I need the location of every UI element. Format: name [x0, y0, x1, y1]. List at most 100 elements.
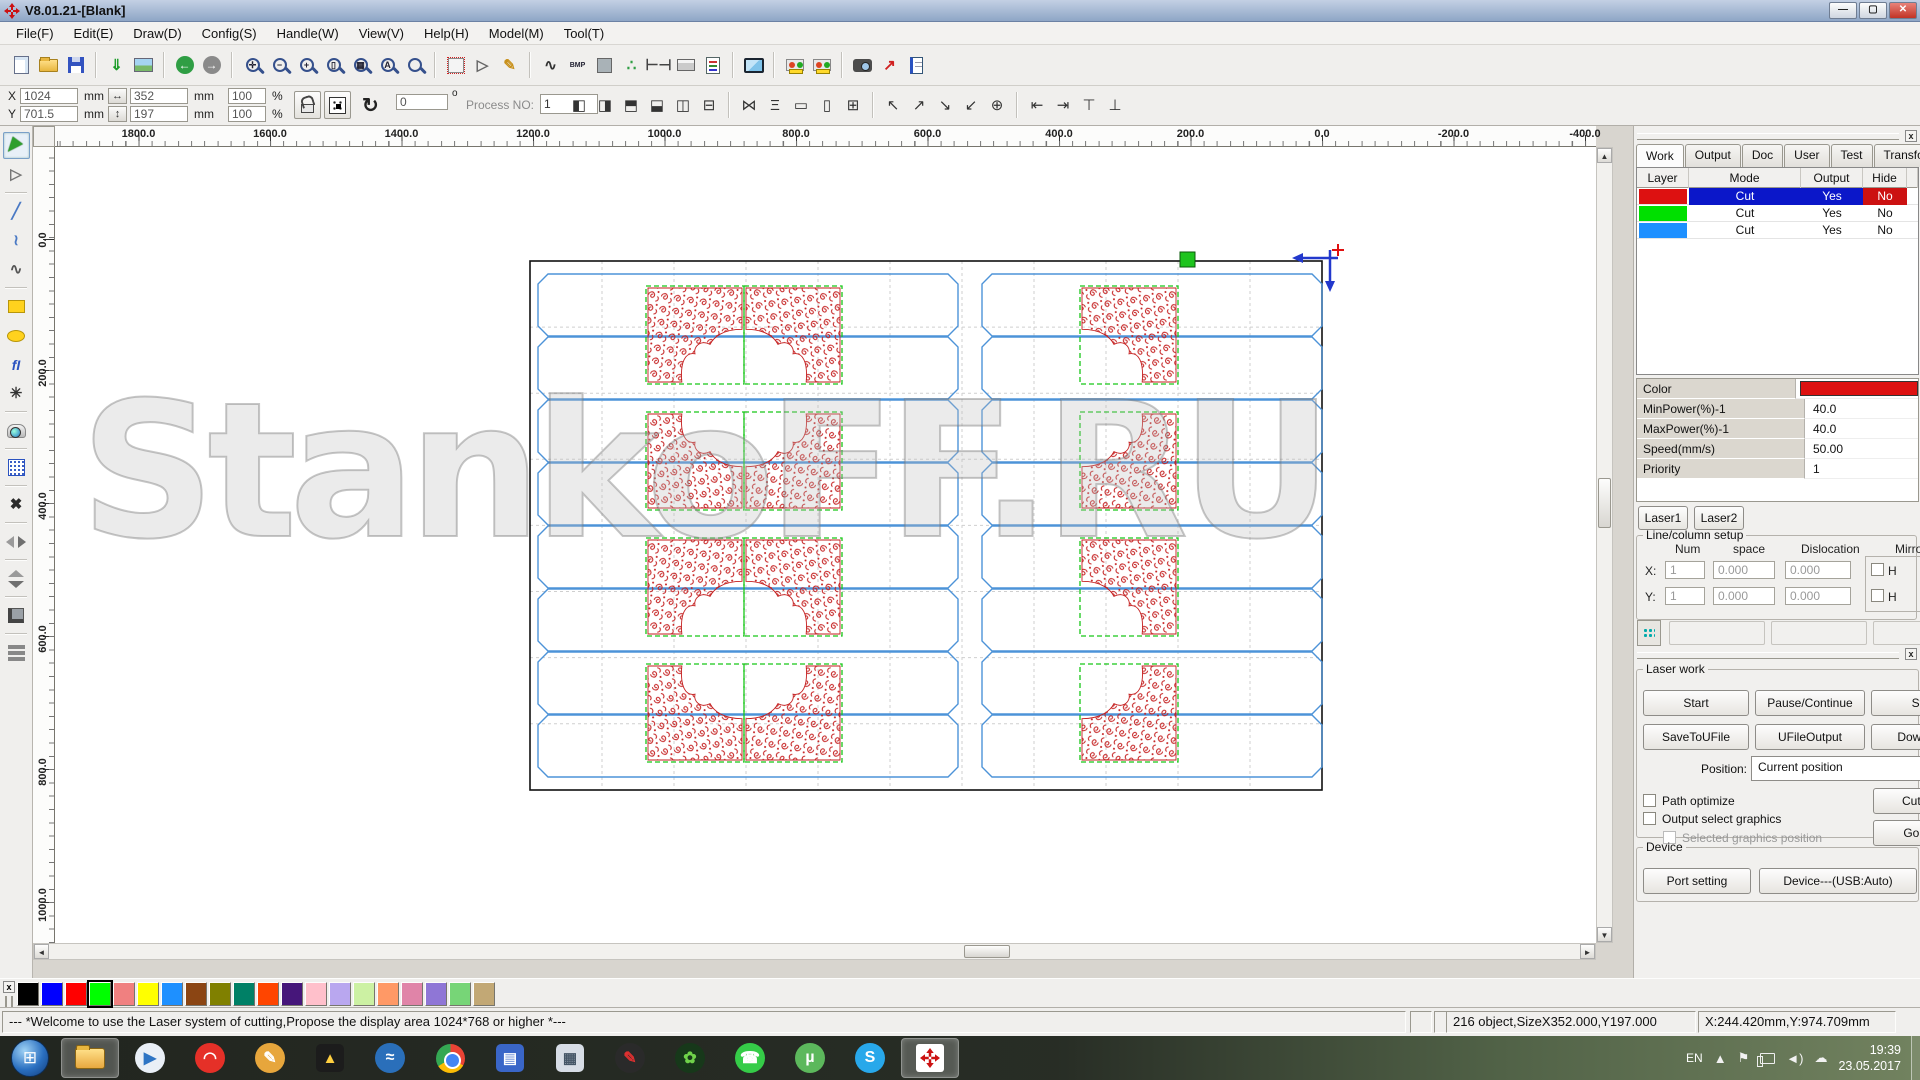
minimize-button[interactable]: — — [1829, 2, 1857, 19]
rotate-input[interactable] — [396, 94, 448, 110]
array-tool-button[interactable] — [3, 454, 30, 481]
param-row[interactable]: Priority1 — [1637, 459, 1918, 479]
scroll-down-icon[interactable]: ▼ — [1597, 927, 1612, 942]
scroll-up-icon[interactable]: ▲ — [1597, 148, 1612, 163]
pause-continue-button[interactable]: Pause/Continue — [1755, 690, 1865, 716]
taskbar-rdworks-app[interactable] — [901, 1038, 959, 1078]
align-top-button[interactable]: ⬒ — [618, 92, 644, 118]
laser1-button[interactable]: Laser1 — [1638, 506, 1688, 530]
taskbar-red-app[interactable]: ◠ — [181, 1038, 239, 1078]
close-button[interactable]: ✕ — [1889, 2, 1917, 19]
mirror-h-tool-button[interactable] — [3, 528, 30, 555]
measure-tool-button[interactable]: ⊢⊣ — [645, 52, 672, 79]
cloud-icon[interactable]: ☁ — [1814, 1050, 1827, 1066]
taskbar-skype[interactable]: S — [841, 1038, 899, 1078]
position-select[interactable]: Current position — [1751, 756, 1920, 781]
network-icon[interactable] — [1760, 1053, 1775, 1064]
y-dislocation-input[interactable] — [1785, 587, 1851, 605]
palette-color[interactable] — [161, 982, 183, 1006]
taskbar-utorrent[interactable]: µ — [781, 1038, 839, 1078]
output-doc-button[interactable] — [903, 52, 930, 79]
redo-button[interactable]: → — [198, 52, 225, 79]
maximize-button[interactable]: ▢ — [1859, 2, 1887, 19]
zoom-page-button[interactable]: ▯ — [320, 52, 347, 79]
move-top-right-button[interactable]: ↗ — [906, 92, 932, 118]
scroll-right-icon[interactable]: ► — [1580, 944, 1595, 959]
bmp-tool-button[interactable]: BMP — [564, 52, 591, 79]
dock-mini-button[interactable] — [1637, 620, 1661, 646]
align-right-button[interactable]: ◨ — [592, 92, 618, 118]
y-input[interactable] — [20, 106, 78, 122]
palette-color[interactable] — [425, 982, 447, 1006]
fill-tool-button[interactable] — [591, 52, 618, 79]
palette-color[interactable] — [281, 982, 303, 1006]
palette-color[interactable] — [185, 982, 207, 1006]
tab-doc[interactable]: Doc — [1742, 144, 1783, 167]
cut-property-button[interactable] — [699, 52, 726, 79]
dock-stub-2[interactable] — [1771, 621, 1867, 645]
move-bottom-left-button[interactable]: ↙ — [958, 92, 984, 118]
preview-button[interactable] — [740, 52, 767, 79]
menu-item-handle[interactable]: Handle(W) — [267, 24, 349, 43]
y-space-input[interactable] — [1713, 587, 1775, 605]
align-center-h-button[interactable]: ◫ — [670, 92, 696, 118]
width-link-button[interactable]: ↔ — [108, 88, 127, 104]
vertical-scroll-thumb[interactable] — [1598, 478, 1611, 528]
delete-tool-button[interactable]: ✖ — [3, 491, 30, 518]
undo-button[interactable]: ← — [171, 52, 198, 79]
polyline-tool-button[interactable]: ≀ — [3, 227, 30, 254]
zoom-out-button[interactable]: − — [266, 52, 293, 79]
menu-item-help[interactable]: Help(H) — [414, 24, 479, 43]
dock-stub-3[interactable] — [1873, 621, 1920, 645]
same-height-button[interactable]: ▯ — [814, 92, 840, 118]
laser-position-button[interactable]: ↗ — [876, 52, 903, 79]
x-space-input[interactable] — [1713, 561, 1775, 579]
camera-tool-button[interactable] — [3, 417, 30, 444]
palette-color[interactable] — [41, 982, 63, 1006]
new-file-button[interactable] — [8, 52, 35, 79]
zoom-select-button[interactable] — [401, 52, 428, 79]
simulate-button[interactable] — [781, 52, 808, 79]
open-file-button[interactable] — [35, 52, 62, 79]
device-select-button[interactable]: Device---(USB:Auto) — [1759, 868, 1917, 894]
param-row[interactable]: Speed(mm/s)50.00 — [1637, 439, 1918, 459]
height-input[interactable] — [130, 106, 188, 122]
palette-color[interactable] — [17, 982, 39, 1006]
save-to-ufile-button[interactable]: SaveToUFile — [1643, 724, 1749, 750]
path-optimize-checkbox[interactable] — [1643, 794, 1656, 807]
dock-top-button[interactable]: ⊤ — [1076, 92, 1102, 118]
y-mirror-checkbox[interactable] — [1871, 589, 1884, 602]
taskbar-whatsapp[interactable]: ☎ — [721, 1038, 779, 1078]
drawing-surface[interactable] — [55, 147, 1596, 943]
x-input[interactable] — [20, 88, 78, 104]
move-center-button[interactable]: ⊕ — [984, 92, 1010, 118]
align-left-button[interactable]: ◧ — [566, 92, 592, 118]
zoom-data-button[interactable]: ▦ — [347, 52, 374, 79]
palette-color[interactable] — [65, 982, 87, 1006]
menu-item-tool[interactable]: Tool(T) — [554, 24, 614, 43]
port-setting-button[interactable]: Port setting — [1643, 868, 1751, 894]
palette-color[interactable] — [305, 982, 327, 1006]
ellipse-tool-button[interactable] — [3, 322, 30, 349]
menu-item-edit[interactable]: Edit(E) — [64, 24, 124, 43]
simulate-output-button[interactable] — [808, 52, 835, 79]
device-output-button[interactable] — [849, 52, 876, 79]
save-file-button[interactable] — [62, 52, 89, 79]
select-tool-button[interactable] — [3, 132, 30, 159]
output-select-checkbox[interactable] — [1643, 812, 1656, 825]
palette-color[interactable] — [209, 982, 231, 1006]
param-row[interactable]: MinPower(%)-140.0 — [1637, 399, 1918, 419]
param-row[interactable]: Color — [1637, 379, 1918, 399]
scale-y-input[interactable] — [228, 106, 266, 122]
panel-gripper-2[interactable] — [1637, 652, 1899, 659]
param-row[interactable]: MaxPower(%)-140.0 — [1637, 419, 1918, 439]
menu-item-model[interactable]: Model(M) — [479, 24, 554, 43]
speaker-icon[interactable]: ◄) — [1786, 1051, 1803, 1066]
y-num-input[interactable] — [1665, 587, 1705, 605]
text-tool-button[interactable]: fI — [3, 351, 30, 378]
combine-node-button[interactable]: ∴ — [618, 52, 645, 79]
height-link-button[interactable]: ↕ — [108, 106, 127, 122]
line-tool-button[interactable]: ╱ — [3, 198, 30, 225]
smooth-curve-button[interactable]: ∿ — [537, 52, 564, 79]
show-desktop-button[interactable] — [1911, 1036, 1920, 1080]
